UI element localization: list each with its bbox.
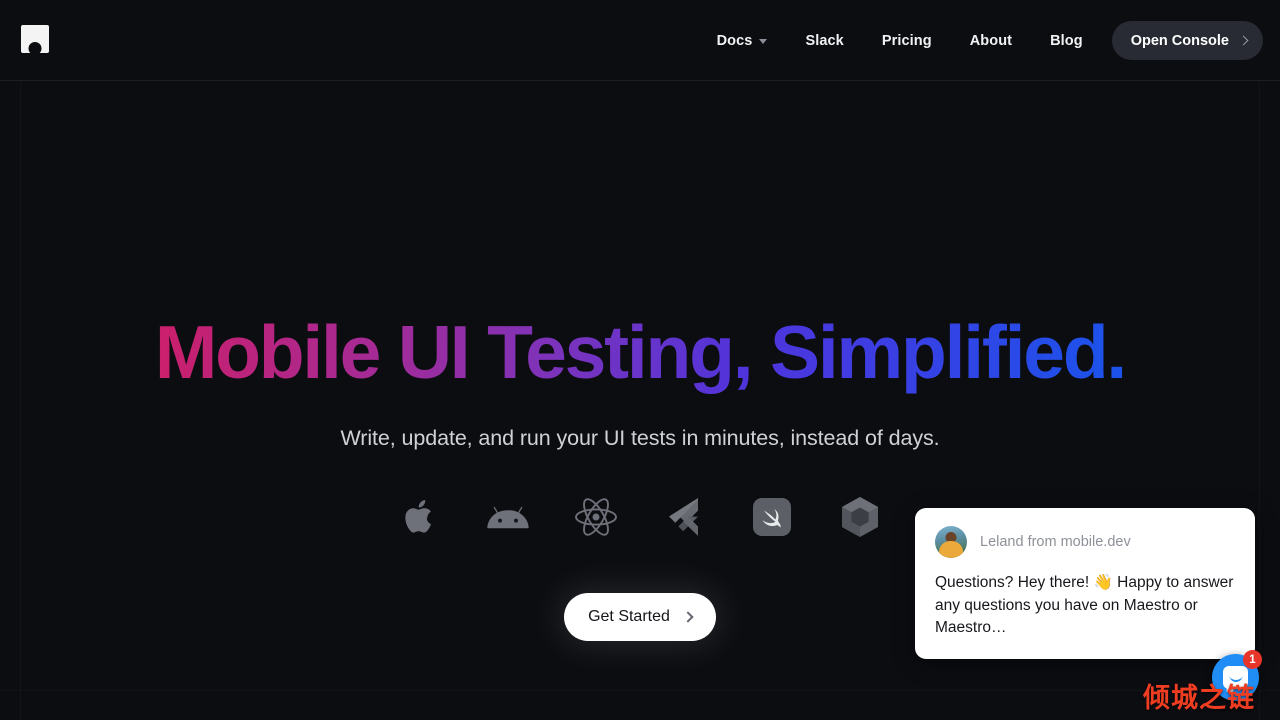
react-native-icon — [574, 495, 618, 539]
avatar-body — [939, 541, 963, 558]
nav-item-slack-label: Slack — [805, 32, 844, 49]
logo-dot — [28, 42, 42, 53]
logo-link[interactable] — [21, 25, 49, 53]
nav-item-about-label: About — [969, 32, 1013, 49]
chevron-down-icon — [759, 39, 768, 44]
chat-card-header: Leland from mobile.dev — [935, 526, 1235, 558]
chat-unread-badge: 1 — [1243, 650, 1262, 669]
page-root: Docs Slack Pricing About Blog Open Conso… — [0, 0, 1280, 720]
android-icon — [486, 495, 530, 539]
maestro-logo — [21, 25, 49, 53]
page-title: Mobile UI Testing, Simplified. — [0, 309, 1280, 395]
get-started-button[interactable]: Get Started — [564, 593, 716, 641]
hero-subheadline: Write, update, and run your UI tests in … — [340, 426, 940, 450]
open-console-label: Open Console — [1130, 32, 1229, 49]
nav-item-pricing-label: Pricing — [881, 32, 932, 49]
jetpack-compose-icon — [838, 495, 882, 539]
chevron-right-icon — [682, 611, 694, 623]
nav-item-docs-label: Docs — [716, 32, 753, 49]
chevron-right-icon — [1238, 35, 1249, 46]
site-header: Docs Slack Pricing About Blog Open Conso… — [0, 0, 1280, 81]
chat-message-card[interactable]: Leland from mobile.dev Questions? Hey th… — [915, 508, 1255, 659]
nav-item-blog[interactable]: Blog — [1031, 33, 1102, 49]
apple-icon — [398, 495, 442, 539]
flutter-icon — [662, 495, 706, 539]
get-started-label: Get Started — [588, 608, 670, 625]
leland-avatar — [935, 526, 967, 558]
nav-item-pricing[interactable]: Pricing — [863, 33, 951, 49]
nav-item-docs[interactable]: Docs — [698, 33, 787, 49]
nav-item-blog-label: Blog — [1050, 32, 1083, 49]
nav-item-slack[interactable]: Slack — [786, 33, 862, 49]
chat-sender-name: Leland from mobile.dev — [980, 534, 1131, 550]
nav-item-about[interactable]: About — [951, 33, 1031, 49]
open-console-button[interactable]: Open Console — [1111, 21, 1263, 60]
chat-message-text: Questions? Hey there! 👋 Happy to answer … — [935, 574, 1234, 636]
swift-icon — [750, 495, 794, 539]
watermark-text: 倾城之链 — [1143, 683, 1255, 714]
main-nav: Docs Slack Pricing About Blog Open Conso… — [698, 0, 1263, 81]
